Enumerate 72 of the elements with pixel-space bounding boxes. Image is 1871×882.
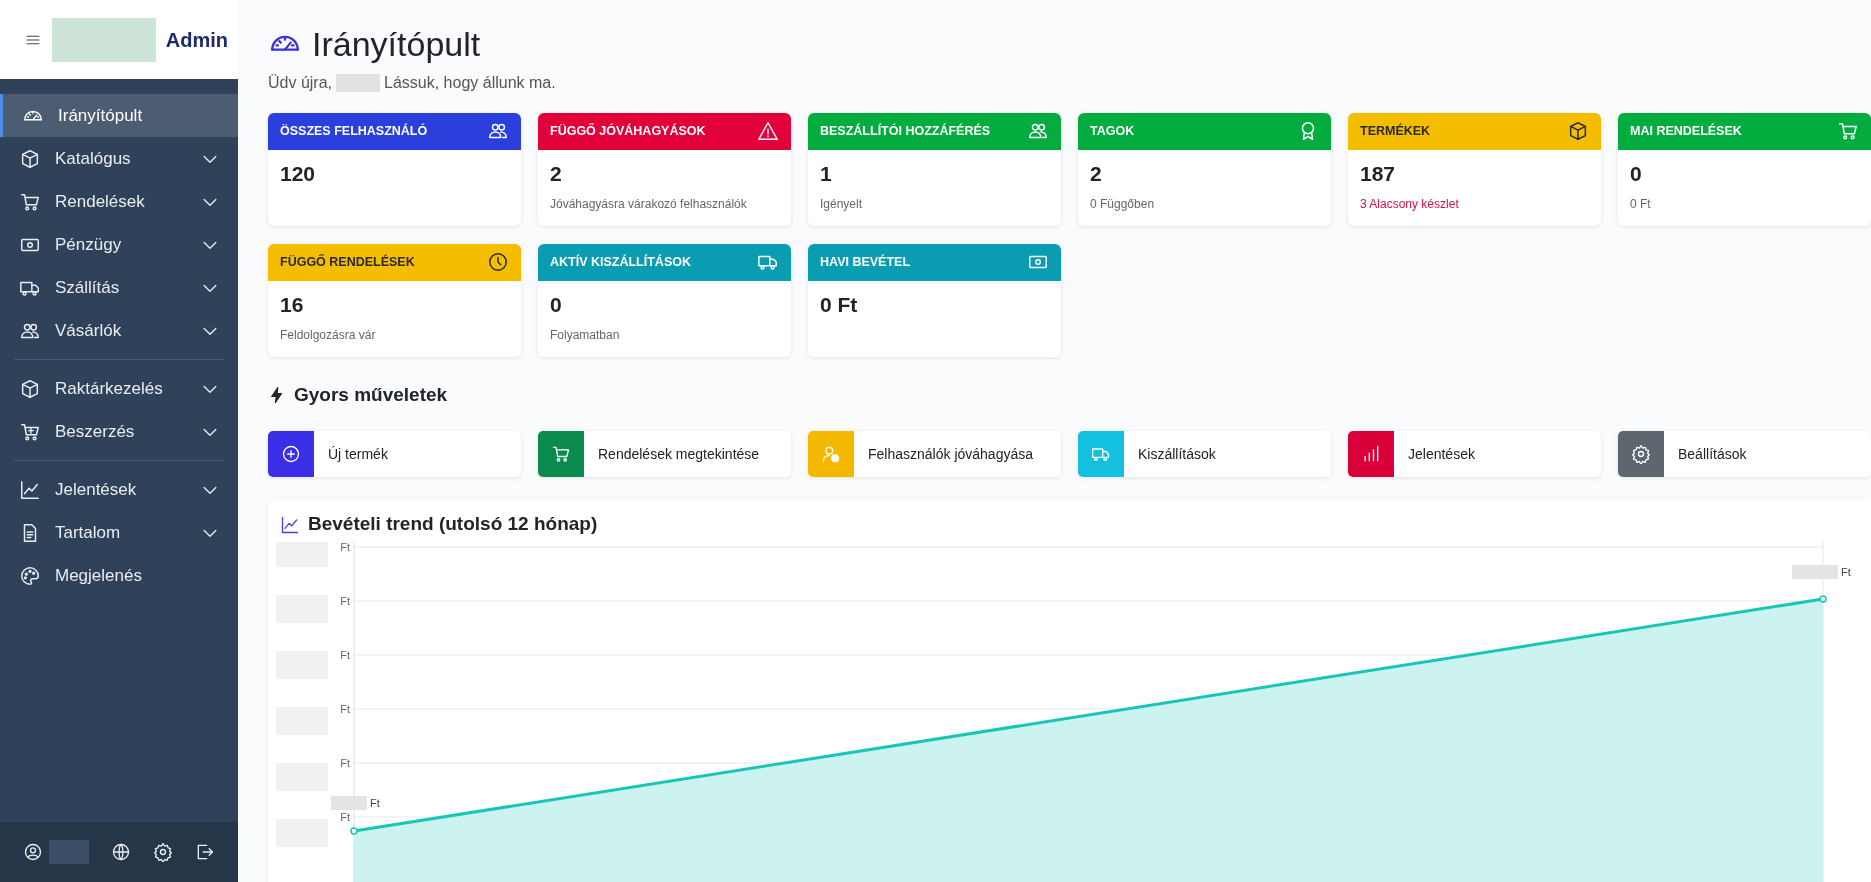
sidebar-item[interactable]: Pénzügy xyxy=(0,223,238,266)
stat-title: AKTÍV KISZÁLLÍTÁSOK xyxy=(550,253,691,271)
data-label: Ft xyxy=(1841,566,1851,579)
stat-note: 0 Függőben xyxy=(1090,196,1156,214)
stat-value: 1 xyxy=(820,160,833,187)
stat-title: BESZÁLLÍTÓI HOZZÁFÉRÉS xyxy=(820,122,991,140)
data-label: Ft xyxy=(370,797,380,810)
data-point xyxy=(1819,595,1827,603)
stat-value: 2 xyxy=(550,160,563,187)
stat-note: Folyamatban xyxy=(550,327,621,345)
data-point xyxy=(350,827,358,835)
sidebar-item[interactable]: Megjelenés xyxy=(0,554,238,597)
sidebar-item[interactable]: Irányítópult xyxy=(0,94,238,137)
settings-icon[interactable] xyxy=(153,842,173,862)
line-chart-icon xyxy=(19,478,41,501)
quick-action-button[interactable]: Kiszállítások xyxy=(1078,431,1331,478)
axis-label: Ft xyxy=(340,703,350,716)
sidebar-item[interactable]: Vásárlók xyxy=(0,309,238,352)
stat-value: 0 xyxy=(550,291,563,318)
stat-title: FÜGGŐ RENDELÉSEK xyxy=(280,253,415,271)
sidebar-item[interactable]: Szállítás xyxy=(0,266,238,309)
stat-value: 2 xyxy=(1090,160,1103,187)
brand-name: Admin xyxy=(165,27,228,53)
stat-title: FÜGGŐ JÓVÁHAGYÁSOK xyxy=(550,122,706,140)
axis-label: Ft xyxy=(340,649,350,662)
user-icon[interactable] xyxy=(23,842,43,862)
page-title: Irányítópult xyxy=(312,24,481,65)
chart-title: Bevételi trend (utolsó 12 hónap) xyxy=(308,513,598,537)
quick-action-button[interactable]: Felhasználók jóváhagyása xyxy=(808,431,1061,478)
stat-title: TERMÉKEK xyxy=(1360,122,1431,140)
stat-note: 0 Ft xyxy=(1630,196,1652,214)
quick-action-button[interactable]: Rendelések megtekintése xyxy=(538,431,791,478)
quick-action-button[interactable]: Jelentések xyxy=(1348,431,1601,478)
stat-note: 3 Alacsony készlet xyxy=(1360,196,1460,214)
stat-title: ÖSSZES FELHASZNÁLÓ xyxy=(280,122,428,140)
stat-title: MAI RENDELÉSEK xyxy=(1630,122,1742,140)
stat-title: TAGOK xyxy=(1090,122,1135,140)
section-title: Gyors műveletek xyxy=(294,382,448,407)
sidebar-item[interactable]: Rendelések xyxy=(0,180,238,223)
box-icon xyxy=(19,147,41,170)
sidebar-item[interactable]: Jelentések xyxy=(0,468,238,511)
quick-action-button[interactable]: Új termék xyxy=(268,431,521,478)
box-icon xyxy=(1567,120,1589,143)
stat-value: 187 xyxy=(1360,160,1397,187)
stat-title: HAVI BEVÉTEL xyxy=(820,253,911,271)
stat-value: 16 xyxy=(280,291,305,318)
sidebar-item[interactable]: Beszerzés xyxy=(0,410,238,453)
logout-icon[interactable] xyxy=(195,842,215,862)
axis-label: Ft xyxy=(340,542,350,554)
stat-note: Feldolgozásra vár xyxy=(280,327,377,345)
sidebar-item[interactable]: Katalógus xyxy=(0,137,238,180)
palette-icon xyxy=(19,564,41,587)
box-icon xyxy=(19,377,41,400)
stat-value: 0 xyxy=(1630,160,1643,187)
axis-label: Ft xyxy=(340,595,350,608)
redacted-name xyxy=(336,73,381,92)
stat-note: Igényelt xyxy=(820,196,864,214)
sidebar-item[interactable]: Raktárkezelés xyxy=(0,367,238,410)
stat-value: 120 xyxy=(280,160,317,187)
clock-icon xyxy=(487,251,509,274)
stat-value: 0 Ft xyxy=(820,291,859,318)
greeting-text: Lássuk, hogy állunk ma. xyxy=(384,72,556,93)
warning-icon xyxy=(757,120,779,143)
quick-action-button[interactable]: Beállítások xyxy=(1618,431,1871,478)
line-chart-icon xyxy=(280,514,300,535)
redacted-username xyxy=(49,840,89,864)
axis-label: Ft xyxy=(340,757,350,770)
sidebar-item[interactable]: Tartalom xyxy=(0,511,238,554)
greeting-text: Üdv újra, xyxy=(268,72,333,93)
axis-label: Ft xyxy=(340,811,350,824)
stat-note: Jóváhagyásra várakozó felhasználók xyxy=(550,196,748,214)
globe-icon[interactable] xyxy=(111,842,131,862)
